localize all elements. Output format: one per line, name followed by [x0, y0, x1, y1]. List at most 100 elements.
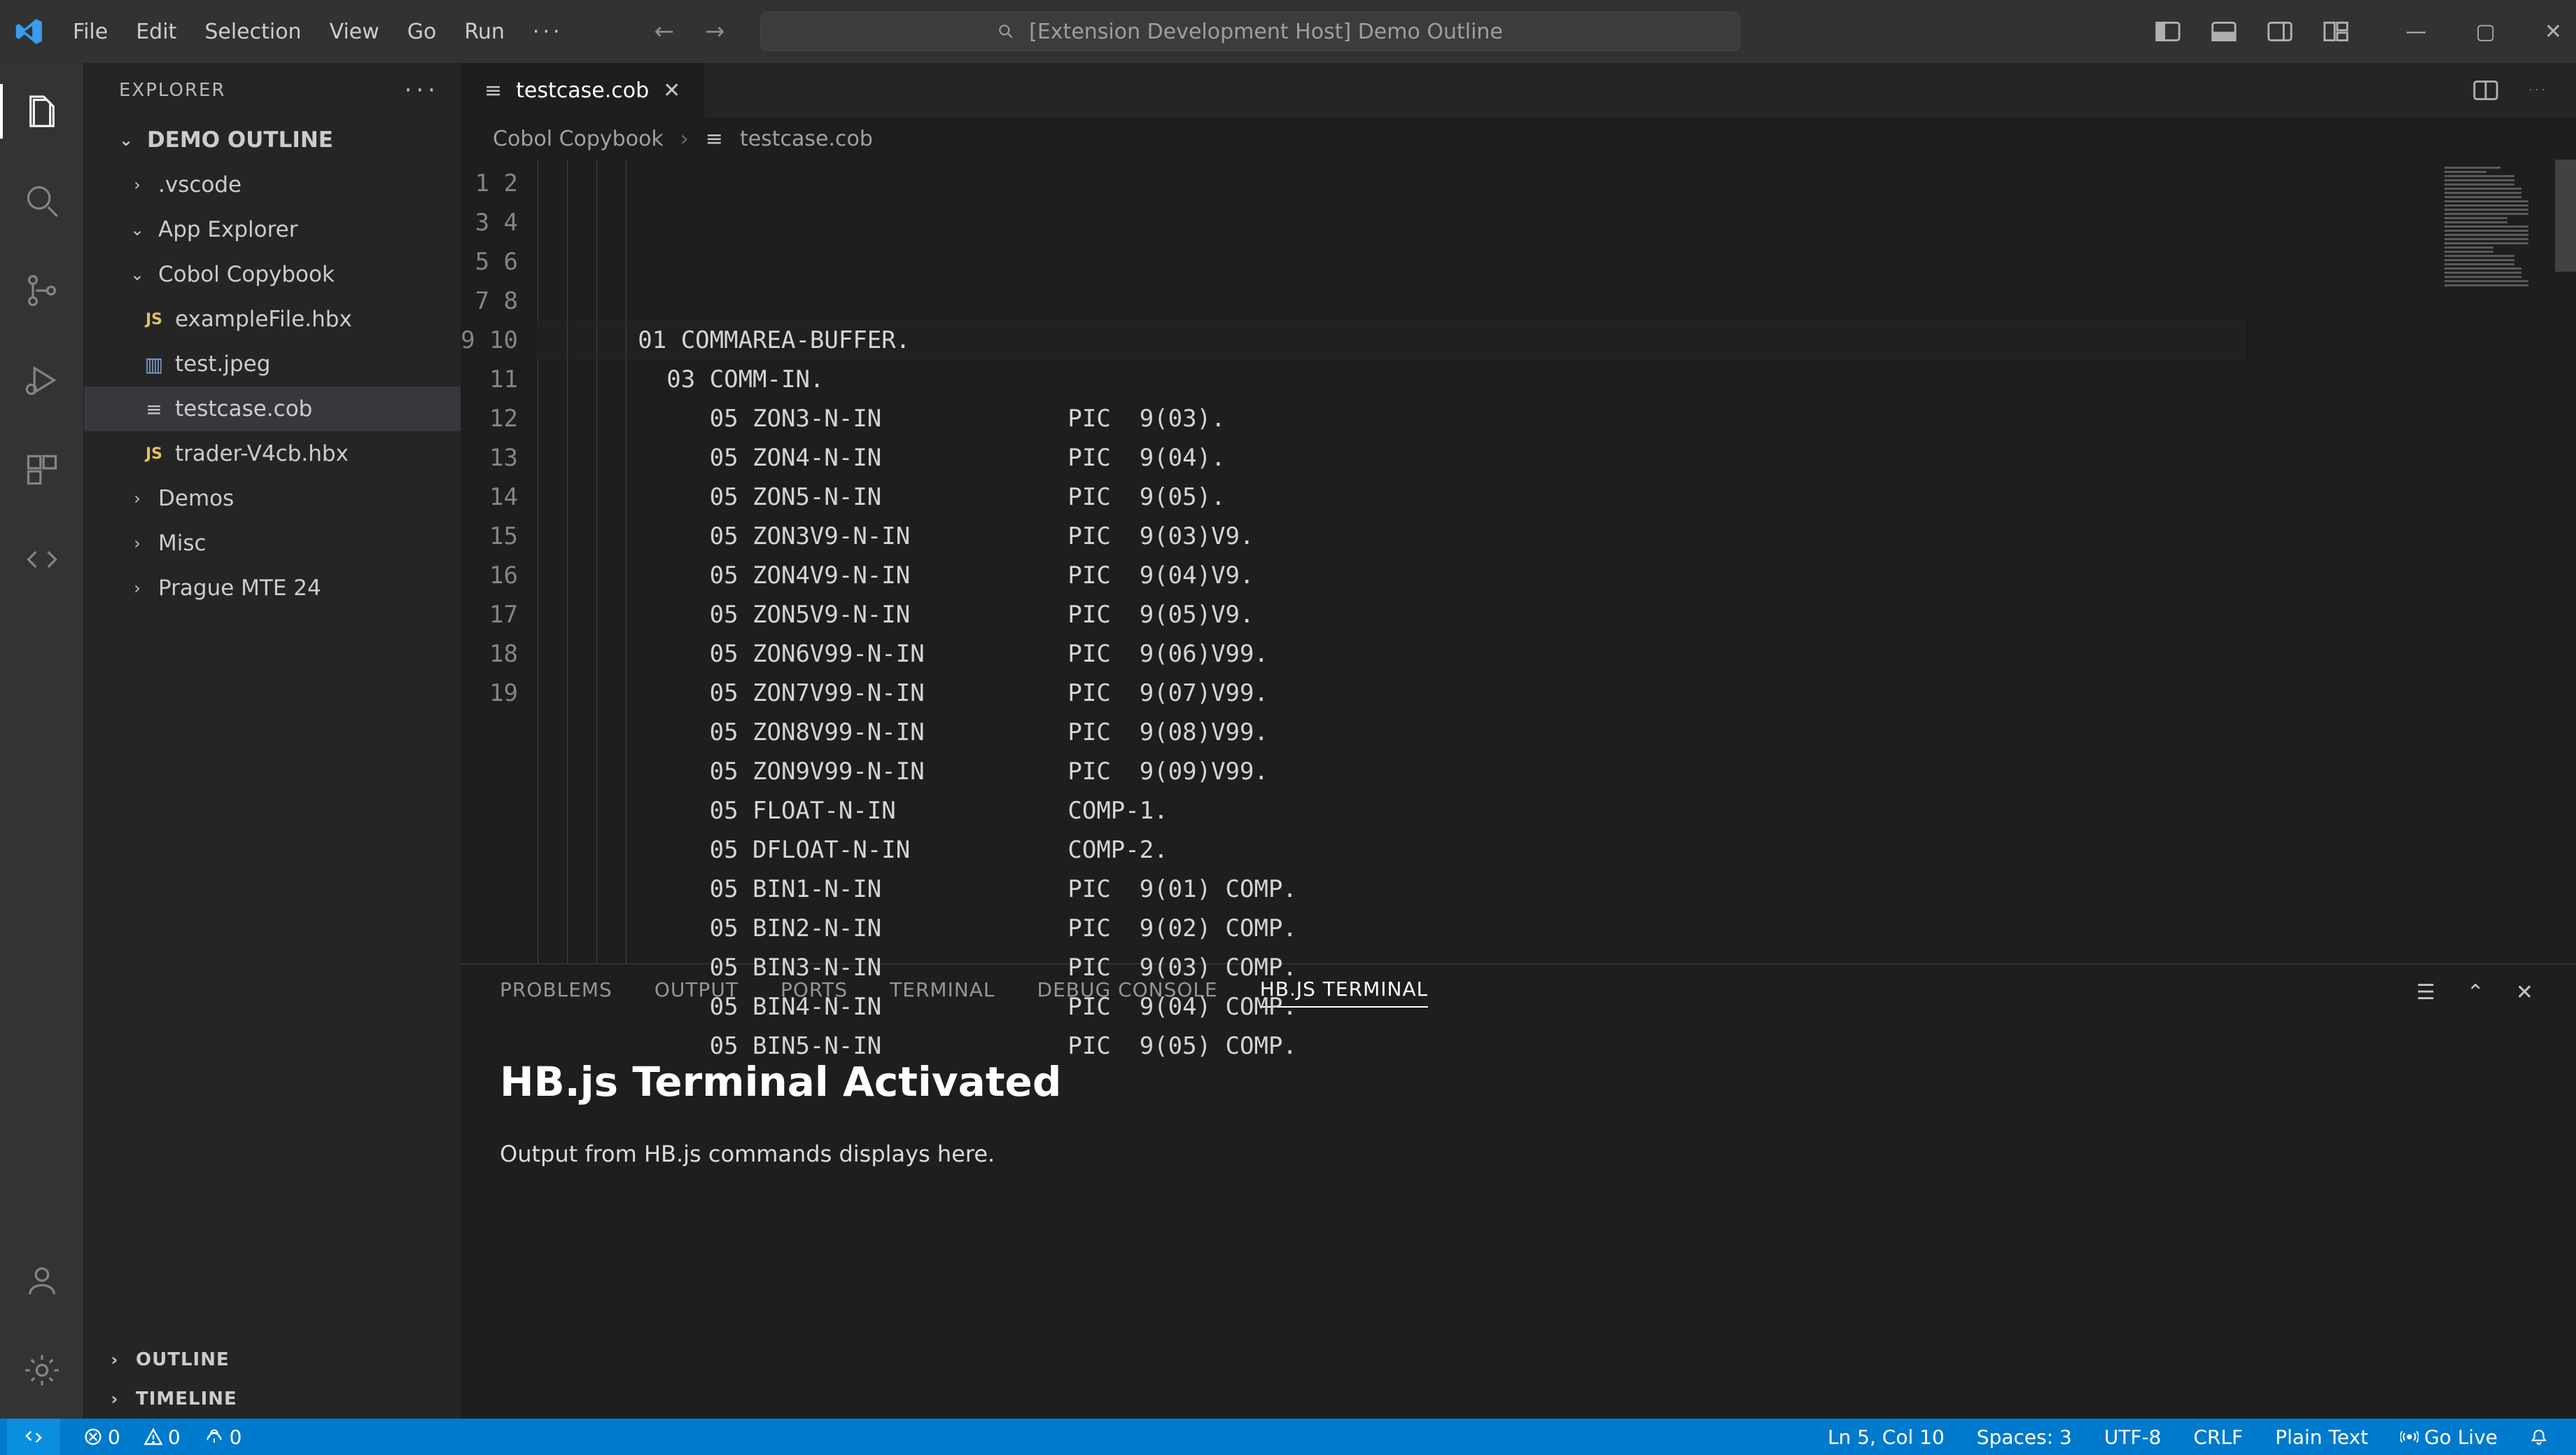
editor-tab-actions: ··· — [2473, 63, 2576, 118]
maximize-icon[interactable]: ▢ — [2476, 20, 2496, 44]
menu-bar: File Edit Selection View Go Run ··· — [73, 20, 564, 44]
run-debug-icon[interactable] — [22, 360, 62, 401]
text-file-icon: ≡ — [143, 398, 165, 421]
layout-controls — [2154, 20, 2350, 43]
sidebar-bottom-sections: ›OUTLINE › TIMELINE — [84, 1339, 461, 1419]
close-icon[interactable]: ✕ — [2544, 20, 2562, 44]
source-control-icon[interactable] — [22, 270, 62, 311]
chevron-right-icon: › — [126, 534, 148, 553]
status-language[interactable]: Plain Text — [2275, 1426, 2368, 1449]
status-warnings[interactable]: 0 — [144, 1426, 181, 1449]
tab-testcase[interactable]: ≡ testcase.cob ✕ — [461, 63, 705, 118]
split-editor-icon[interactable] — [2473, 80, 2498, 101]
status-go-live[interactable]: Go Live — [2400, 1426, 2498, 1449]
tree-root[interactable]: ⌄ DEMO OUTLINE — [84, 118, 461, 162]
timeline-label: TIMELINE — [136, 1388, 237, 1409]
extensions-icon[interactable] — [22, 450, 62, 490]
breadcrumb-separator-icon: › — [680, 127, 689, 151]
tree-file[interactable]: ▥test.jpeg — [84, 342, 461, 387]
status-bar: 0 0 0 Ln 5, Col 10 Spaces: 3 UTF-8 CRLF … — [0, 1419, 2576, 1455]
outline-section[interactable]: ›OUTLINE — [84, 1340, 461, 1379]
status-notifications-icon[interactable] — [2530, 1428, 2548, 1446]
panel-actions: ☰ ⌃ ✕ — [2416, 980, 2534, 1005]
minimap[interactable] — [2426, 160, 2552, 963]
tree-folder[interactable]: › Misc — [84, 521, 461, 566]
customize-layout-icon[interactable] — [2322, 20, 2350, 43]
status-eol[interactable]: CRLF — [2193, 1426, 2243, 1449]
toggle-panel-icon[interactable] — [2210, 20, 2238, 43]
tree-root-label: DEMO OUTLINE — [147, 127, 333, 153]
code-content[interactable]: 01 COMMAREA-BUFFER. 03 COMM-IN. 05 ZON3-… — [538, 160, 2426, 963]
tree-item-label: Misc — [158, 531, 206, 556]
current-line-highlight — [538, 321, 2244, 360]
minimize-icon[interactable]: — — [2406, 20, 2427, 44]
toggle-secondary-sidebar-icon[interactable] — [2266, 20, 2294, 43]
tree-folder[interactable]: ⌄App Explorer — [84, 207, 461, 252]
scrollbar-thumb[interactable] — [2555, 160, 2576, 272]
tree-file[interactable]: ≡testcase.cob — [84, 387, 461, 431]
editor-area: ≡ testcase.cob ✕ ··· Cobol Copybook › ≡ … — [461, 63, 2576, 1419]
tree-folder[interactable]: › Prague MTE 24 — [84, 566, 461, 611]
line-numbers: 1 2 3 4 5 6 7 8 9 10 11 12 13 14 15 16 1… — [461, 160, 538, 963]
image-file-icon: ▥ — [143, 353, 165, 376]
accounts-icon[interactable] — [22, 1260, 62, 1301]
tree-item-label: exampleFile.hbx — [175, 307, 352, 332]
menu-selection[interactable]: Selection — [204, 20, 301, 44]
menu-view[interactable]: View — [330, 20, 379, 44]
window-title: [Extension Development Host] Demo Outlin… — [1029, 20, 1503, 44]
tree-item-label: Demos — [158, 486, 234, 511]
search-activity-icon[interactable] — [22, 181, 62, 221]
js-file-icon: JS — [143, 445, 165, 463]
menu-file[interactable]: File — [73, 20, 108, 44]
breadcrumb[interactable]: Cobol Copybook › ≡ testcase.cob — [461, 118, 2576, 160]
editor-more-icon[interactable]: ··· — [2529, 85, 2548, 96]
code-editor[interactable]: 1 2 3 4 5 6 7 8 9 10 11 12 13 14 15 16 1… — [461, 160, 2576, 963]
status-warnings-count: 0 — [168, 1426, 181, 1449]
status-ln-col[interactable]: Ln 5, Col 10 — [1828, 1426, 1945, 1449]
tree-file[interactable]: JS trader-V4cb.hbx — [84, 431, 461, 476]
chevron-down-icon: ⌄ — [126, 265, 148, 284]
tree-folder[interactable]: ›Demos — [84, 476, 461, 521]
tree-folder[interactable]: ⌄Cobol Copybook — [84, 252, 461, 297]
tree-file[interactable]: JS exampleFile.hbx — [84, 297, 461, 342]
status-ports[interactable]: 0 — [204, 1426, 242, 1449]
status-errors[interactable]: 0 — [84, 1426, 120, 1449]
command-center[interactable]: [Extension Development Host] Demo Outlin… — [760, 12, 1740, 51]
status-encoding[interactable]: UTF-8 — [2104, 1426, 2162, 1449]
tree-folder[interactable]: ›.vscode — [84, 162, 461, 207]
timeline-section[interactable]: › TIMELINE — [84, 1379, 461, 1419]
nav-forward-icon[interactable]: → — [705, 18, 725, 46]
panel-maximize-icon[interactable]: ⌃ — [2467, 980, 2485, 1005]
toggle-primary-sidebar-icon[interactable] — [2154, 20, 2182, 43]
settings-gear-icon[interactable] — [22, 1350, 62, 1391]
remote-indicator-icon[interactable] — [7, 1419, 60, 1455]
menu-more-icon[interactable]: ··· — [533, 20, 564, 44]
menu-edit[interactable]: Edit — [136, 20, 176, 44]
js-file-icon: JS — [143, 311, 165, 328]
editor-tabs: ≡ testcase.cob ✕ ··· — [461, 63, 2576, 118]
breadcrumb-file[interactable]: testcase.cob — [740, 127, 873, 151]
window-controls: — ▢ ✕ — [2406, 20, 2563, 44]
hbjs-icon[interactable] — [22, 539, 62, 580]
explorer-icon[interactable] — [22, 91, 62, 132]
tree-item-label: App Explorer — [158, 217, 298, 242]
menu-go[interactable]: Go — [407, 20, 437, 44]
editor-scrollbar[interactable] — [2552, 160, 2576, 963]
breadcrumb-folder[interactable]: Cobol Copybook — [493, 127, 664, 151]
file-tree[interactable]: ⌄ DEMO OUTLINE ›.vscode⌄App Explorer⌄Cob… — [84, 118, 461, 1339]
tab-close-icon[interactable]: ✕ — [663, 78, 680, 103]
status-spaces[interactable]: Spaces: 3 — [1977, 1426, 2072, 1449]
nav-back-icon[interactable]: ← — [654, 18, 675, 46]
explorer-more-icon[interactable]: ··· — [405, 76, 440, 104]
chevron-right-icon: › — [104, 1389, 126, 1409]
explorer-title: EXPLORER — [119, 80, 226, 101]
chevron-right-icon: › — [126, 578, 148, 598]
status-errors-count: 0 — [108, 1426, 120, 1449]
tree-item-label: trader-V4cb.hbx — [175, 441, 349, 466]
tree-item-label: Prague MTE 24 — [158, 576, 321, 601]
vscode-logo-icon — [14, 16, 45, 47]
file-icon: ≡ — [706, 127, 723, 151]
explorer-header: EXPLORER ··· — [84, 63, 461, 118]
menu-run[interactable]: Run — [464, 20, 505, 44]
panel-close-icon[interactable]: ✕ — [2516, 980, 2534, 1005]
